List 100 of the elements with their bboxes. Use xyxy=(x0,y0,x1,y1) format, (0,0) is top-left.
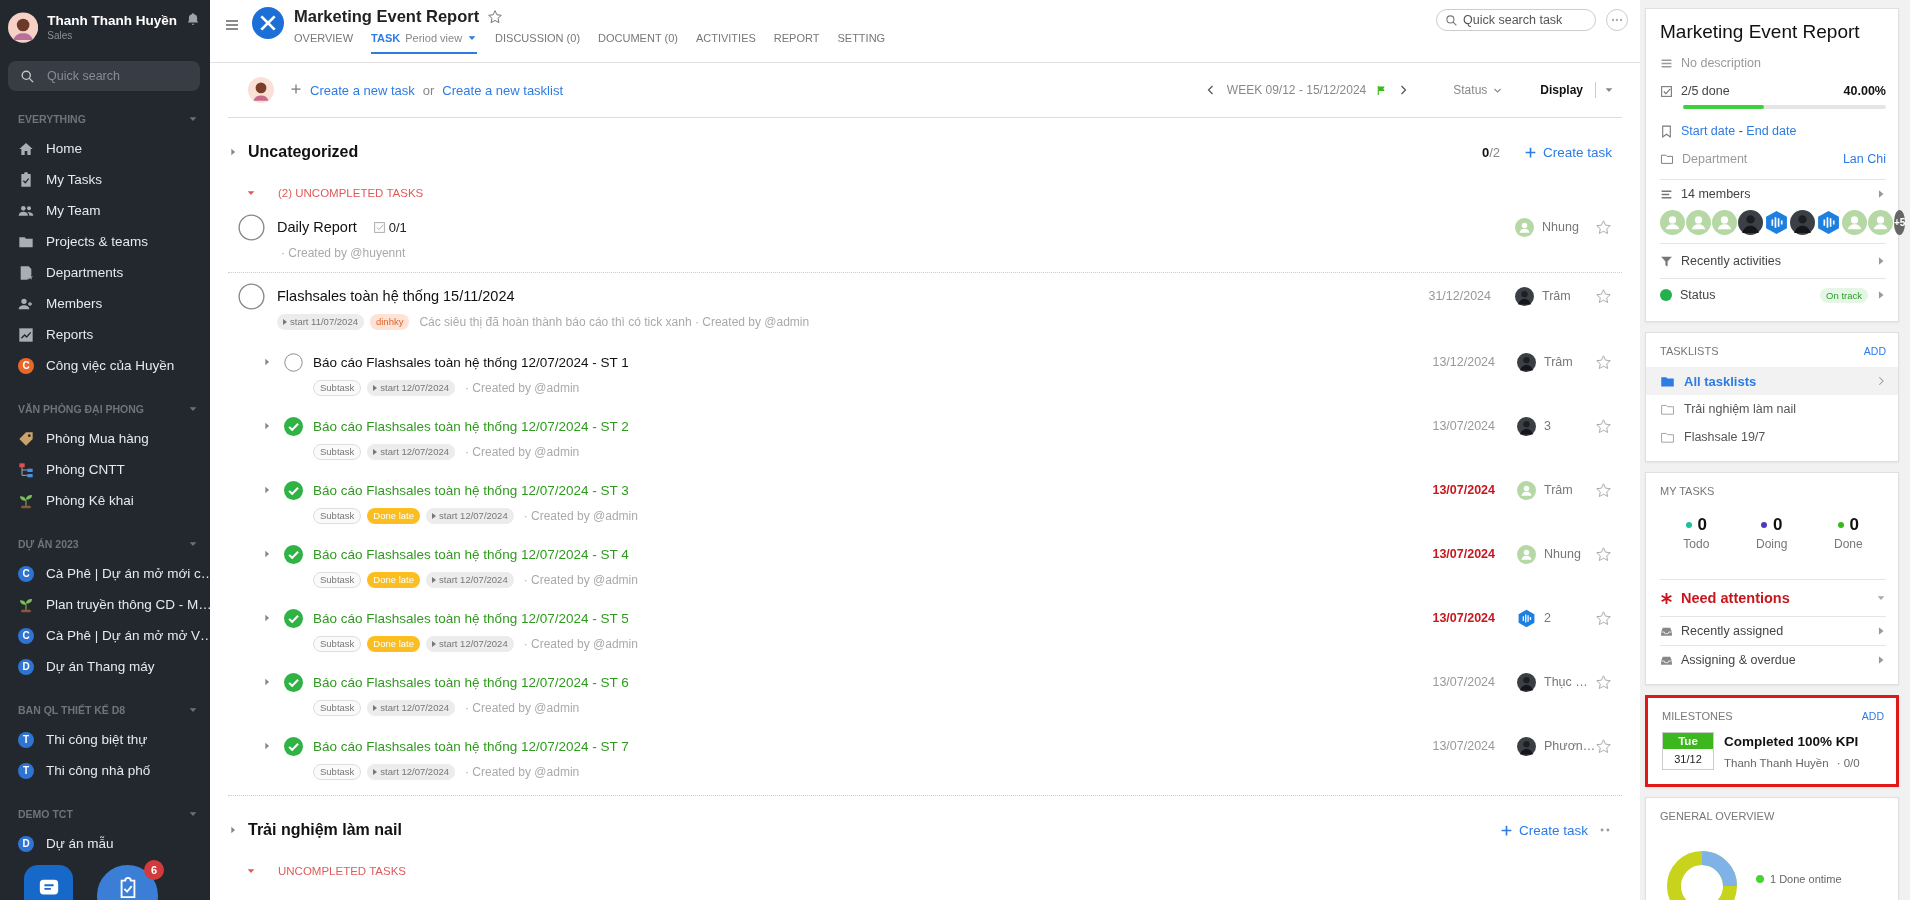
section-header[interactable]: DEMO TCT xyxy=(18,808,73,820)
tag: dinhky xyxy=(369,314,410,330)
sidebar-item[interactable]: C Cà Phê | Dự án mở mới c… xyxy=(0,558,210,589)
assignee-name: Trâm xyxy=(1544,483,1573,497)
star-icon xyxy=(1595,481,1612,499)
week-range[interactable]: WEEK 09/12 - 15/12/2024 xyxy=(1226,83,1367,97)
sidebar-item[interactable]: My Tasks xyxy=(0,164,210,195)
add-link[interactable]: ADD xyxy=(1861,710,1884,722)
star-icon xyxy=(1595,417,1612,435)
task-title[interactable]: Báo cáo Flashsales toàn hệ thống 12/07/2024 - ST 4 xyxy=(313,546,629,562)
check-circle-icon[interactable] xyxy=(284,544,303,564)
group-header[interactable]: (2) UNCOMPLETED TASKS xyxy=(278,187,424,199)
section-header[interactable]: EVERYTHING xyxy=(18,113,86,125)
task-title[interactable]: Báo cáo Flashsales toàn hệ thống 12/07/2024 - ST 5 xyxy=(313,610,629,626)
task-title[interactable]: Báo cáo Flashsales toàn hệ thống 12/07/2024 - ST 1 xyxy=(313,354,629,370)
members-count[interactable]: 14 members xyxy=(1681,187,1751,201)
check-circle-icon[interactable] xyxy=(284,416,303,436)
task-title[interactable]: Báo cáo Flashsales toàn hệ thống 12/07/2024 - ST 6 xyxy=(313,674,629,690)
add-link[interactable]: ADD xyxy=(1863,345,1886,357)
activities-link[interactable]: Recently activities xyxy=(1681,254,1782,268)
tab[interactable]: TASK Period view xyxy=(371,32,478,54)
milestone-owner: Thanh Thanh Huyền xyxy=(1724,757,1829,769)
checkbox-circle[interactable] xyxy=(238,213,265,241)
chevron-icon xyxy=(1876,626,1886,636)
letter-avatar: C xyxy=(18,565,34,582)
tag: Subtask xyxy=(313,572,362,588)
avatar-icon xyxy=(1517,736,1536,756)
sidebar-item[interactable]: My Team xyxy=(0,195,210,226)
chat-button[interactable] xyxy=(24,865,73,900)
tab[interactable]: DISCUSSION (0) xyxy=(495,32,581,54)
section-header[interactable]: BAN QL THIẾT KẾ D8 xyxy=(18,704,126,716)
tasklist-item[interactable]: Trải nghiệm làm nail xyxy=(1646,395,1898,423)
sidebar-item[interactable]: D Dự án mẫu xyxy=(0,828,210,859)
tag: start 12/07/2024 xyxy=(426,572,514,588)
attention-header[interactable]: Need attentions xyxy=(1681,590,1790,606)
tab[interactable]: OVERVIEW xyxy=(294,32,354,54)
start-date-link[interactable]: Start date xyxy=(1681,124,1736,138)
sidebar-item[interactable]: Projects & teams xyxy=(0,226,210,257)
status-dropdown[interactable]: Status xyxy=(1453,83,1503,97)
avatar-icon xyxy=(1517,544,1536,564)
tab[interactable]: SETTING xyxy=(837,32,886,54)
check-circle-icon[interactable] xyxy=(284,480,303,500)
sidebar-item[interactable]: C Cà Phê | Dự án mở mở V… xyxy=(0,620,210,651)
tasklist-item[interactable]: All tasklists xyxy=(1646,367,1898,395)
tasklist-title[interactable]: Uncategorized xyxy=(248,143,359,161)
sidebar-item[interactable]: C Công việc của Huyền xyxy=(0,350,210,381)
date: 31/12 xyxy=(1673,752,1703,767)
tab[interactable]: REPORT xyxy=(773,32,820,54)
card-title: TASKLISTS xyxy=(1660,345,1719,357)
task-title[interactable]: Báo cáo Flashsales toàn hệ thống 12/07/2024 - ST 2 xyxy=(313,418,629,434)
create-task-link[interactable]: Create task xyxy=(1499,822,1588,838)
checkbox-circle[interactable] xyxy=(238,282,265,310)
task-note: · Created by @admin xyxy=(523,509,638,523)
task-title[interactable]: Báo cáo Flashsales toàn hệ thống 12/07/2024 - ST 7 xyxy=(313,738,629,754)
create-tasklist-link[interactable]: Create a new tasklist xyxy=(442,82,563,98)
section-header[interactable]: VĂN PHÒNG ĐẠI PHONG xyxy=(18,403,144,415)
create-task-link[interactable]: Create task xyxy=(1523,144,1612,160)
display-dropdown[interactable]: Display xyxy=(1540,82,1614,98)
filter-icon xyxy=(1660,254,1673,268)
sidebar-item[interactable]: D Dự án Thang máy xyxy=(0,651,210,682)
sidebar-item[interactable]: Phòng Kê khai xyxy=(0,485,210,516)
check-circle-icon[interactable] xyxy=(284,736,303,756)
check-circle-icon[interactable] xyxy=(284,608,303,628)
tab[interactable]: DOCUMENT (0) xyxy=(598,32,678,54)
project-title: Marketing Event Report xyxy=(294,7,480,26)
department-link[interactable]: Lan Chi xyxy=(1842,152,1886,166)
sidebar-item[interactable]: Phòng CNTT xyxy=(0,454,210,485)
sidebar-item[interactable]: Departments xyxy=(0,257,210,288)
sidebar-item[interactable]: Plan truyền thông CD - M… xyxy=(0,589,210,620)
tag: Subtask xyxy=(313,700,362,716)
task-title[interactable]: Flashsales toàn hệ thống 15/11/2024 xyxy=(277,288,515,304)
tasklist-title[interactable]: Trải nghiệm làm nail xyxy=(248,821,402,839)
org-chart-icon xyxy=(18,461,34,478)
create-task-link[interactable]: Create a new task xyxy=(310,82,415,98)
group-header[interactable]: UNCOMPLETED TASKS xyxy=(278,865,407,877)
task-title[interactable]: Daily Report xyxy=(277,219,357,235)
sidebar-item[interactable]: Home xyxy=(0,133,210,164)
separator-text: - xyxy=(1738,124,1743,138)
task-title[interactable]: Báo cáo Flashsales toàn hệ thống 12/07/2024 - ST 3 xyxy=(313,482,629,498)
section-header[interactable]: DỰ ÁN 2023 xyxy=(18,538,79,550)
sidebar-item[interactable]: T Thi công biệt thự xyxy=(0,724,210,755)
more-members-count[interactable]: +5 xyxy=(1894,210,1906,235)
milestone-title[interactable]: Completed 100% KPI xyxy=(1724,734,1860,749)
tasklist-item[interactable]: Flashsale 19/7 xyxy=(1646,423,1898,451)
sidebar-item[interactable]: T Thi công nhà phố xyxy=(0,755,210,786)
stat-value: 0 xyxy=(1772,515,1783,535)
sidebar-item[interactable]: Phòng Mua hàng xyxy=(0,423,210,454)
caret-icon xyxy=(246,866,256,876)
sidebar-item[interactable]: Members xyxy=(0,288,210,319)
letter-avatar: C xyxy=(18,357,34,374)
search-field[interactable]: Quick search xyxy=(8,61,200,91)
list-link[interactable]: Assigning & overdue xyxy=(1660,645,1886,674)
checkbox-circle[interactable] xyxy=(284,352,303,372)
list-link[interactable]: Recently assigned xyxy=(1660,616,1886,645)
sidebar-item[interactable]: Reports xyxy=(0,319,210,350)
tab[interactable]: ACTIVITIES xyxy=(695,32,756,54)
end-date-link[interactable]: End date xyxy=(1746,124,1797,138)
search-field[interactable]: Quick search task xyxy=(1436,9,1596,31)
check-circle-icon[interactable] xyxy=(284,672,303,692)
tag-icon xyxy=(18,430,34,447)
